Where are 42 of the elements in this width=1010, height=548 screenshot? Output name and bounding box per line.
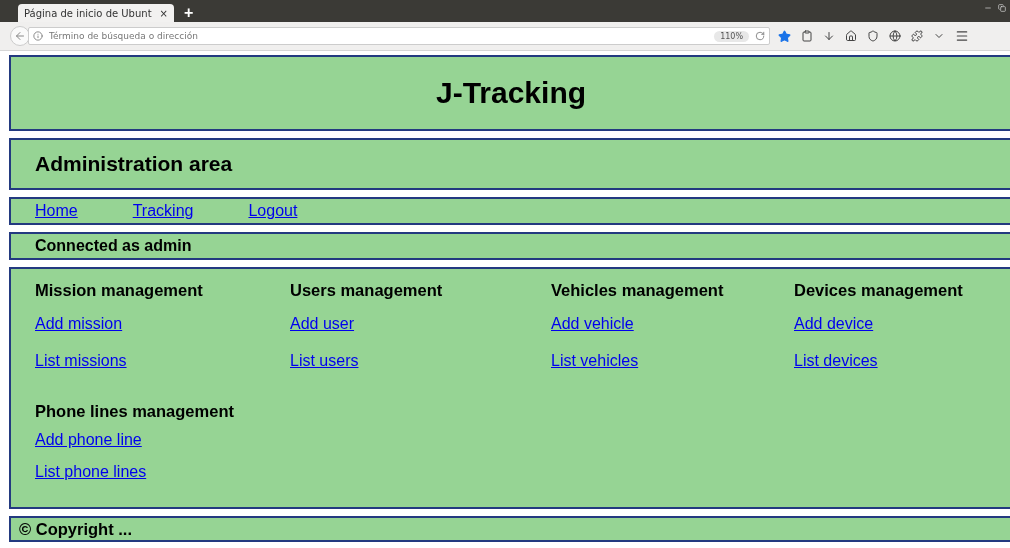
browser-tab[interactable]: Página de inicio de Ubunt ×: [18, 4, 174, 22]
menu-icon[interactable]: [955, 29, 969, 43]
new-tab-button[interactable]: +: [184, 4, 194, 22]
connected-user: Connected as admin: [35, 236, 193, 256]
admin-link[interactable]: Add user: [290, 315, 355, 332]
nav-link[interactable]: Logout: [248, 202, 298, 220]
reload-icon[interactable]: [755, 31, 765, 41]
admin-link[interactable]: Add mission: [35, 315, 123, 332]
nav-link[interactable]: Home: [35, 202, 78, 220]
restore-icon[interactable]: [998, 4, 1006, 12]
admin-link[interactable]: Add vehicle: [551, 315, 634, 332]
bookmark-star-icon[interactable]: [778, 29, 791, 43]
admin-link[interactable]: Add device: [794, 315, 874, 332]
section-title: Devices management: [794, 281, 964, 300]
minimize-icon[interactable]: [984, 4, 992, 12]
address-placeholder: Término de búsqueda o dirección: [49, 31, 199, 41]
globe-icon[interactable]: [889, 30, 901, 42]
copyright: © Copyright ...: [19, 518, 133, 540]
site-title: J-Tracking: [434, 75, 588, 111]
address-field[interactable]: Término de búsqueda o dirección 110%: [28, 27, 770, 45]
section-title: Vehicles management: [551, 281, 725, 300]
page-heading: Administration area: [35, 151, 234, 177]
shield-icon[interactable]: [867, 30, 879, 42]
admin-link[interactable]: Add phone line: [35, 431, 142, 448]
back-arrow-icon: [14, 30, 26, 42]
admin-link[interactable]: List missions: [35, 352, 127, 369]
clipboard-icon[interactable]: [801, 30, 813, 42]
section-title: Users management: [290, 281, 444, 300]
puzzle-icon[interactable]: [911, 30, 923, 42]
admin-link[interactable]: List devices: [794, 352, 878, 369]
nav-link[interactable]: Tracking: [132, 202, 194, 220]
zoom-level[interactable]: 110%: [714, 30, 749, 42]
admin-link[interactable]: List users: [290, 352, 359, 369]
admin-link[interactable]: List vehicles: [551, 352, 639, 369]
info-icon[interactable]: [33, 31, 43, 41]
section-title: Mission management: [35, 281, 204, 300]
section-title: Phone lines management: [35, 402, 235, 421]
tab-title: Página de inicio de Ubunt: [24, 7, 153, 19]
home-icon[interactable]: [845, 30, 857, 42]
admin-link[interactable]: List phone lines: [35, 463, 147, 480]
download-icon[interactable]: [823, 30, 835, 42]
tab-close[interactable]: ×: [159, 7, 168, 19]
